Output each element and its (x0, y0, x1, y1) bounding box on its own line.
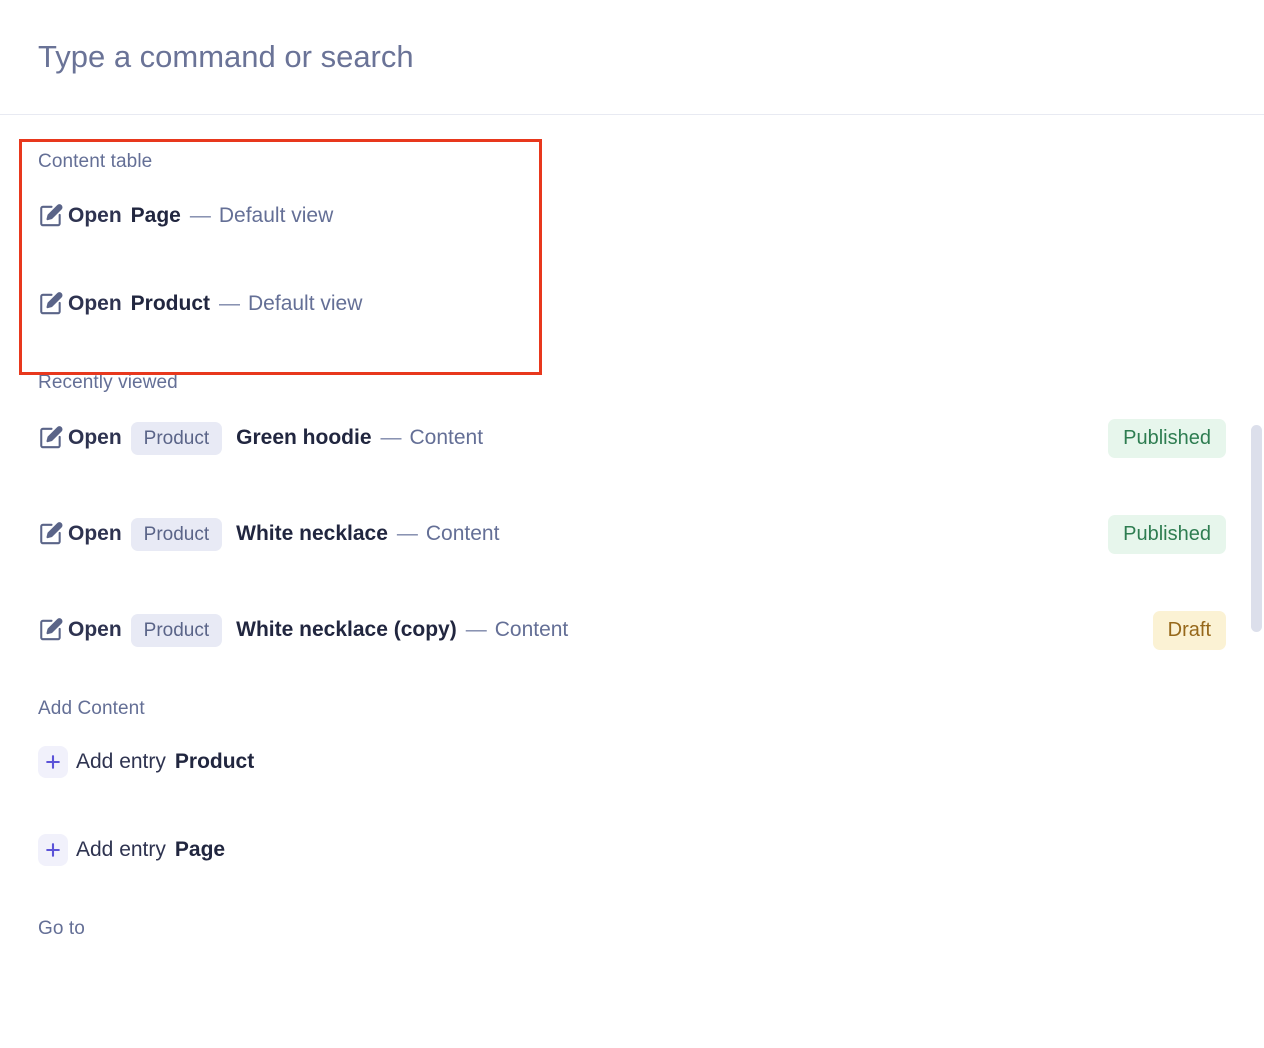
list-item[interactable]: Add entry Product (0, 734, 1264, 790)
section-add-content: Add Content Add entry Product (0, 658, 1264, 878)
plus-icon (38, 746, 68, 778)
action-label: Open (68, 522, 122, 546)
section-go-to: Go to (0, 878, 1264, 940)
list-item[interactable]: Open Product — Default view (0, 276, 1264, 332)
edit-square-icon (38, 521, 68, 547)
entity-label: Page (175, 838, 225, 862)
list-item-labels: Open Product — Default view (68, 292, 1226, 316)
status-badge: Published (1108, 419, 1226, 458)
section-recently-viewed: Recently viewed Open Product Green hoodi… (0, 332, 1264, 658)
search-input[interactable] (38, 39, 1226, 75)
detail-label: Default view (248, 292, 362, 316)
edit-square-icon (38, 291, 68, 317)
list-item[interactable]: Open Product White necklace — Content Pu… (0, 506, 1264, 562)
list-item-labels: Add entry Page (76, 838, 1226, 862)
separator-dash: — (190, 204, 211, 228)
list-item-labels: Add entry Product (76, 750, 1226, 774)
action-label: Add entry (76, 838, 166, 862)
entity-type-chip: Product (131, 518, 222, 551)
detail-label: Content (410, 426, 484, 450)
entity-label: Page (131, 204, 181, 228)
entity-label: White necklace (copy) (236, 618, 457, 642)
action-label: Open (68, 292, 122, 316)
edit-square-icon (38, 425, 68, 451)
list-item-labels: Open Product White necklace — Content (68, 518, 1108, 551)
separator-dash: — (466, 618, 487, 642)
status-badge: Published (1108, 515, 1226, 554)
entity-label: Green hoodie (236, 426, 371, 450)
list-item-labels: Open Product White necklace (copy) — Con… (68, 614, 1153, 647)
entity-label: Product (175, 750, 254, 774)
action-label: Add entry (76, 750, 166, 774)
list-item[interactable]: Add entry Page (0, 822, 1264, 878)
action-label: Open (68, 618, 122, 642)
list-item[interactable]: Open Product White necklace (copy) — Con… (0, 602, 1264, 658)
section-content-table: Content table Open Page — Default view (0, 115, 1264, 332)
command-palette-header (0, 0, 1264, 115)
list-item-labels: Open Page — Default view (68, 204, 1226, 228)
scrollbar-thumb[interactable] (1251, 425, 1262, 632)
entity-type-chip: Product (131, 614, 222, 647)
section-title: Add Content (0, 698, 1264, 720)
section-title: Content table (0, 151, 1264, 173)
separator-dash: — (397, 522, 418, 546)
action-label: Open (68, 426, 122, 450)
edit-square-icon (38, 617, 68, 643)
detail-label: Content (426, 522, 500, 546)
plus-icon (38, 834, 68, 866)
status-badge: Draft (1153, 611, 1226, 650)
section-title: Recently viewed (0, 372, 1264, 394)
results-list: Content table Open Page — Default view (0, 115, 1264, 1048)
entity-label: White necklace (236, 522, 388, 546)
action-label: Open (68, 204, 122, 228)
list-item[interactable]: Open Page — Default view (0, 188, 1264, 244)
separator-dash: — (219, 292, 240, 316)
entity-label: Product (131, 292, 210, 316)
detail-label: Content (495, 618, 569, 642)
detail-label: Default view (219, 204, 333, 228)
edit-square-icon (38, 203, 68, 229)
section-title: Go to (0, 918, 1264, 940)
vertical-scrollbar[interactable] (1242, 116, 1264, 1048)
separator-dash: — (381, 426, 402, 450)
list-item[interactable]: Open Product Green hoodie — Content Publ… (0, 410, 1264, 466)
entity-type-chip: Product (131, 422, 222, 455)
list-item-labels: Open Product Green hoodie — Content (68, 422, 1108, 455)
